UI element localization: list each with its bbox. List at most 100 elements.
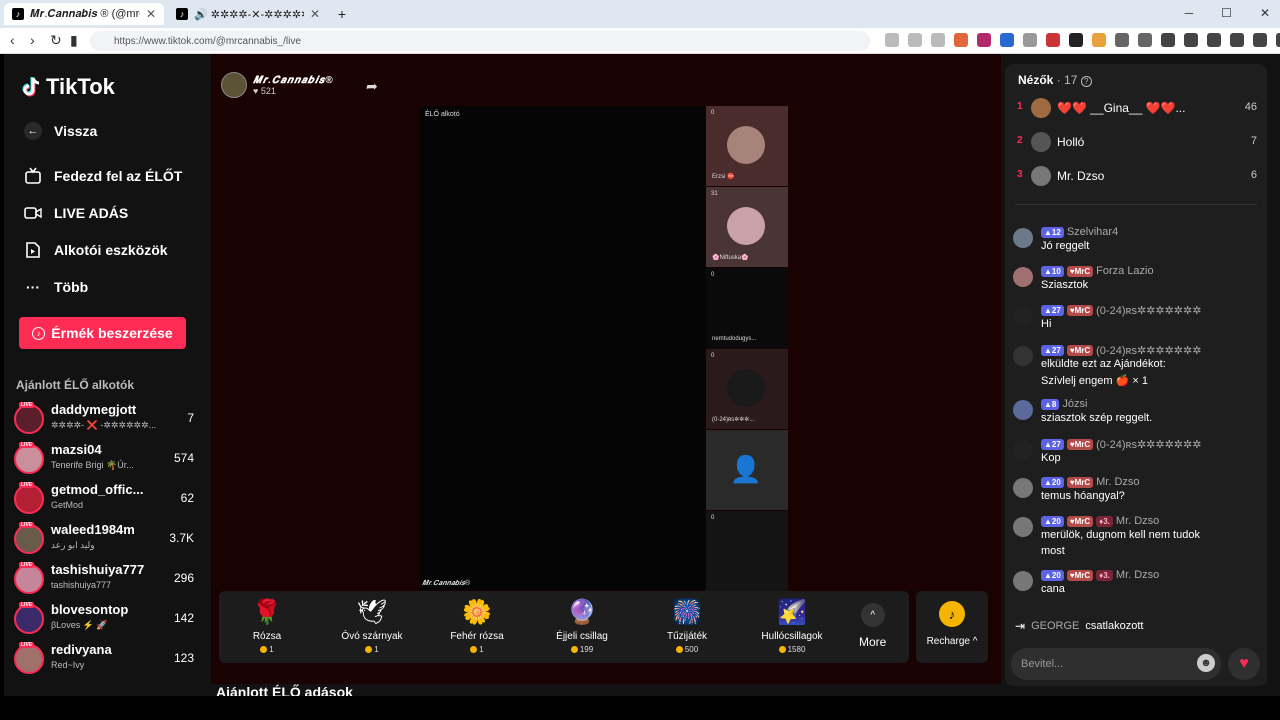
bookmark-icon[interactable]: ▮ [70, 32, 78, 49]
recommended-creator[interactable]: LIVE redivyana Red~Ivy 123 [14, 642, 194, 678]
menu-icon[interactable] [1276, 33, 1280, 47]
avatar[interactable] [14, 444, 44, 474]
guest-tile[interactable]: 👤 [706, 430, 788, 510]
like-button[interactable]: ♥ [1228, 648, 1260, 680]
avatar[interactable] [1013, 267, 1033, 287]
reload-icon[interactable]: ↻ [50, 32, 62, 49]
chat-username[interactable]: (0-24)ʀs✲✲✲✲✲✲✲ [1096, 344, 1201, 357]
recommended-creator[interactable]: LIVE tashishuiya777 tashishuiya777 296 [14, 562, 194, 598]
host-info[interactable]: 𝑴𝒓.𝑪𝒂𝒏𝒏𝒂𝒃𝒊𝒔® ♥ 521 [221, 72, 334, 98]
sidebar-toggle-icon[interactable] [1184, 33, 1198, 47]
recommended-creator[interactable]: LIVE blovesontop βLoves ⚡ 🚀 142 [14, 602, 194, 638]
chat-input[interactable] [1021, 654, 1191, 674]
avatar[interactable] [14, 404, 44, 434]
guest-tile[interactable]: 31 🌸Niftuska🌸 [706, 187, 788, 267]
avatar[interactable] [14, 604, 44, 634]
recommended-creator[interactable]: LIVE mazsi04 Tenerife Brigi 🌴Úr... 574 [14, 442, 194, 478]
avatar[interactable] [1013, 478, 1033, 498]
avatar[interactable] [1013, 228, 1033, 248]
sidebar-item-go-live[interactable]: LIVE ADÁS [24, 204, 128, 222]
recommended-creator[interactable]: LIVE getmod_offic... GetMod 62 [14, 482, 194, 518]
more-gifts-button[interactable]: ^ More [859, 603, 886, 649]
extension-icon[interactable] [1069, 33, 1083, 47]
extension-icon[interactable] [931, 33, 945, 47]
maximize-icon[interactable]: ☐ [1221, 6, 1232, 20]
extension-icon[interactable] [1115, 33, 1129, 47]
emoji-icon[interactable]: ☻ [1197, 654, 1215, 672]
extension-icon[interactable] [1138, 33, 1152, 47]
new-tab-button[interactable]: + [332, 3, 352, 25]
avatar[interactable] [14, 484, 44, 514]
close-window-icon[interactable]: ✕ [1260, 6, 1270, 20]
extension-icon[interactable] [885, 33, 899, 47]
sidebar-item-creator-tools[interactable]: Alkotói eszközök [24, 241, 168, 259]
guest-tile[interactable]: 0 Erzsi ⛔ [706, 106, 788, 186]
forward-icon[interactable]: › [30, 32, 35, 48]
back-icon[interactable]: ‹ [10, 32, 15, 48]
info-icon[interactable]: ? [1080, 76, 1092, 87]
top-viewer-row[interactable]: 2 Holló 7 [1017, 130, 1257, 154]
get-coins-button[interactable]: ♪ Érmék beszerzése [19, 317, 186, 349]
joined-user[interactable]: GEORGE [1031, 620, 1079, 632]
avatar[interactable] [1013, 517, 1033, 537]
recommended-creator[interactable]: LIVE waleed1984m وليد ابو رعد 3.7K [14, 522, 194, 558]
tab-daddymegjott[interactable]: ♪ 🔊 ✲✲✲✲-✕-✲✲✲✲✲✲ (@dadd ✕ [168, 3, 328, 25]
extension-icon[interactable] [1207, 33, 1221, 47]
main-video[interactable]: ÉLŐ alkotó 𝑴𝒓.𝑪𝒂𝒏𝒏𝒂𝒃𝒊𝒔® [420, 106, 706, 590]
gift-item[interactable]: 🌼 Fehér rózsa 1 [429, 597, 525, 655]
chat-username[interactable]: Mr. Dzso [1116, 515, 1159, 527]
url-field[interactable]: https://www.tiktok.com/@mrcannabis_/live [90, 31, 870, 51]
translate-icon[interactable] [1000, 33, 1014, 47]
tab-mrcannabis[interactable]: ♪ 𝑴𝒓.𝑪𝒂𝒏𝒏𝒂𝒃𝒊𝒔 ® (@mrcanna ✕ [4, 3, 164, 25]
extension-icon[interactable] [908, 33, 922, 47]
top-viewer-row[interactable]: 1 ❤️❤️ __Gina__ ❤️❤️... 46 [1017, 96, 1257, 120]
chat-username[interactable]: (0-24)ʀs✲✲✲✲✲✲✲ [1096, 304, 1201, 317]
download-icon[interactable] [1230, 33, 1244, 47]
avatar[interactable] [1013, 571, 1033, 591]
media-icon[interactable] [1161, 33, 1175, 47]
tiktok-logo[interactable]: TikTok [22, 74, 115, 100]
gift-item[interactable]: 🔮 Éjjeli csillag 199 [534, 597, 630, 655]
chat-username[interactable]: Józsi [1062, 398, 1087, 410]
avatar[interactable] [1013, 400, 1033, 420]
avatar[interactable] [14, 644, 44, 674]
recommended-creator[interactable]: LIVE daddymegjott ✲✲✲✲- ❌ -✲✲✲✲✲✲... 7 [14, 402, 194, 438]
host-avatar[interactable] [221, 72, 247, 98]
vpn-icon[interactable] [1253, 33, 1267, 47]
gift-item[interactable]: 🌠 Hullócsillagok 1580 [744, 597, 840, 655]
avatar[interactable] [1031, 98, 1051, 118]
recharge-button[interactable]: ♪ Recharge ^ [916, 591, 988, 663]
chat-username[interactable]: Szelvihar4 [1067, 226, 1118, 238]
chat-username[interactable]: Forza Lazio [1096, 265, 1153, 277]
gift-item[interactable]: 🕊 Óvó szárnyak 1 [324, 597, 420, 655]
brave-shield-icon[interactable] [954, 33, 968, 47]
minimize-icon[interactable]: ─ [1185, 6, 1194, 20]
share-icon[interactable]: ➦ [366, 78, 378, 95]
avatar[interactable] [14, 564, 44, 594]
chat-username[interactable]: Mr. Dzso [1096, 476, 1139, 488]
avatar[interactable] [1013, 346, 1033, 366]
sidebar-item-more[interactable]: ··· Több [24, 278, 88, 296]
avatar[interactable] [1031, 132, 1051, 152]
extension-icon[interactable] [977, 33, 991, 47]
avatar[interactable] [1031, 166, 1051, 186]
extension-icon[interactable] [1092, 33, 1106, 47]
chat-username[interactable]: Mr. Dzso [1116, 569, 1159, 581]
gift-item[interactable]: 🌹 Rózsa 1 [219, 597, 315, 655]
chat-username[interactable]: (0-24)ʀs✲✲✲✲✲✲✲ [1096, 438, 1201, 451]
top-viewer-row[interactable]: 3 Mr. Dzso 6 [1017, 164, 1257, 188]
gift-item[interactable]: 🎆 Tűzijáték 500 [639, 597, 735, 655]
extension-icon[interactable] [1023, 33, 1037, 47]
guest-tile[interactable]: 0 nemtudodugys... [706, 268, 788, 348]
avatar[interactable] [1013, 440, 1033, 460]
close-tab-icon[interactable]: ✕ [146, 7, 156, 21]
guest-tile[interactable]: 0 (0-24)ʀs✲✲✲... [706, 349, 788, 429]
sidebar-item-explore-live[interactable]: Fedezd fel az ÉLŐT [24, 167, 182, 185]
extension-icon[interactable] [1046, 33, 1060, 47]
avatar[interactable] [14, 524, 44, 554]
guest-tile[interactable]: 0 [706, 511, 788, 591]
close-tab-icon[interactable]: ✕ [310, 7, 320, 21]
avatar[interactable] [1013, 306, 1033, 326]
back-button[interactable]: ← Vissza [24, 122, 97, 140]
host-name[interactable]: 𝑴𝒓.𝑪𝒂𝒏𝒏𝒂𝒃𝒊𝒔® [253, 75, 334, 86]
